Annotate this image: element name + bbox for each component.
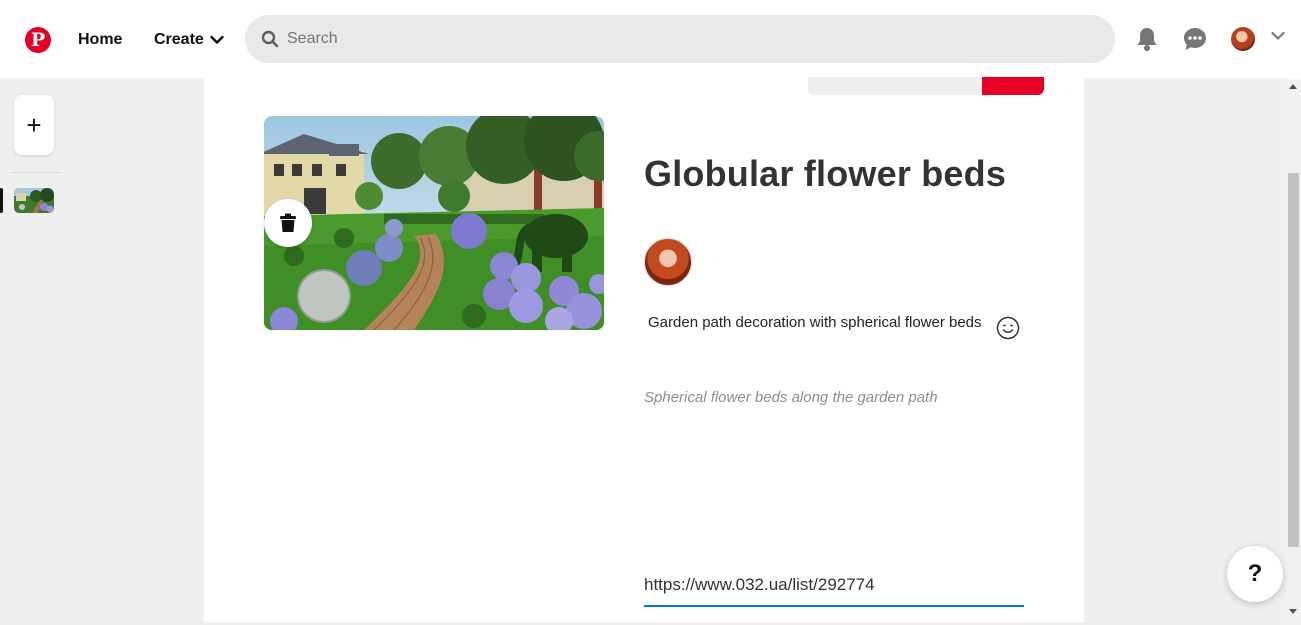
publish-button[interactable] (982, 77, 1044, 95)
pin-title[interactable]: Globular flower beds (644, 153, 1006, 195)
delete-image-button[interactable] (264, 199, 312, 247)
search-input[interactable] (287, 30, 1067, 48)
search-bar[interactable] (245, 15, 1115, 63)
nav-home-link[interactable]: Home (78, 31, 122, 49)
top-nav-bar: P Home Create (0, 0, 1301, 79)
top-action-bar (808, 77, 1044, 95)
creator-avatar (644, 238, 692, 286)
profile-avatar[interactable] (1231, 27, 1255, 51)
messages-button[interactable] (1182, 26, 1208, 52)
chat-icon (1184, 28, 1206, 50)
scrollbar-thumb[interactable] (1288, 173, 1299, 547)
page-scrollbar[interactable] (1286, 79, 1301, 625)
chevron-down-icon (210, 35, 224, 44)
search-icon (261, 30, 279, 48)
pin-alt-text[interactable]: Spherical flower beds along the garden p… (644, 389, 938, 406)
pinterest-logo[interactable]: P (25, 27, 51, 53)
draft-thumbnail[interactable] (14, 188, 54, 213)
bell-icon (1137, 28, 1157, 51)
notifications-button[interactable] (1134, 26, 1160, 52)
rail-divider (10, 172, 62, 173)
pin-editor-card: Globular flower beds Garden path decorat… (204, 77, 1084, 622)
nav-create-menu[interactable]: Create (154, 31, 224, 49)
emoji-picker-icon[interactable] (996, 316, 1020, 340)
destination-link-input[interactable]: https://www.032.ua/list/292774 (644, 573, 1024, 607)
account-menu-chevron-icon[interactable] (1271, 31, 1285, 41)
trash-icon (280, 213, 296, 232)
pin-image (264, 116, 604, 330)
scroll-down-arrow-icon[interactable] (1289, 609, 1297, 614)
help-button[interactable]: ? (1227, 546, 1283, 602)
nav-create-label: Create (154, 31, 204, 48)
pin-description[interactable]: Garden path decoration with spherical fl… (648, 312, 984, 333)
add-pin-button[interactable]: + (14, 95, 54, 155)
selected-draft-indicator (0, 188, 3, 213)
scroll-up-arrow-icon[interactable] (1289, 84, 1297, 89)
